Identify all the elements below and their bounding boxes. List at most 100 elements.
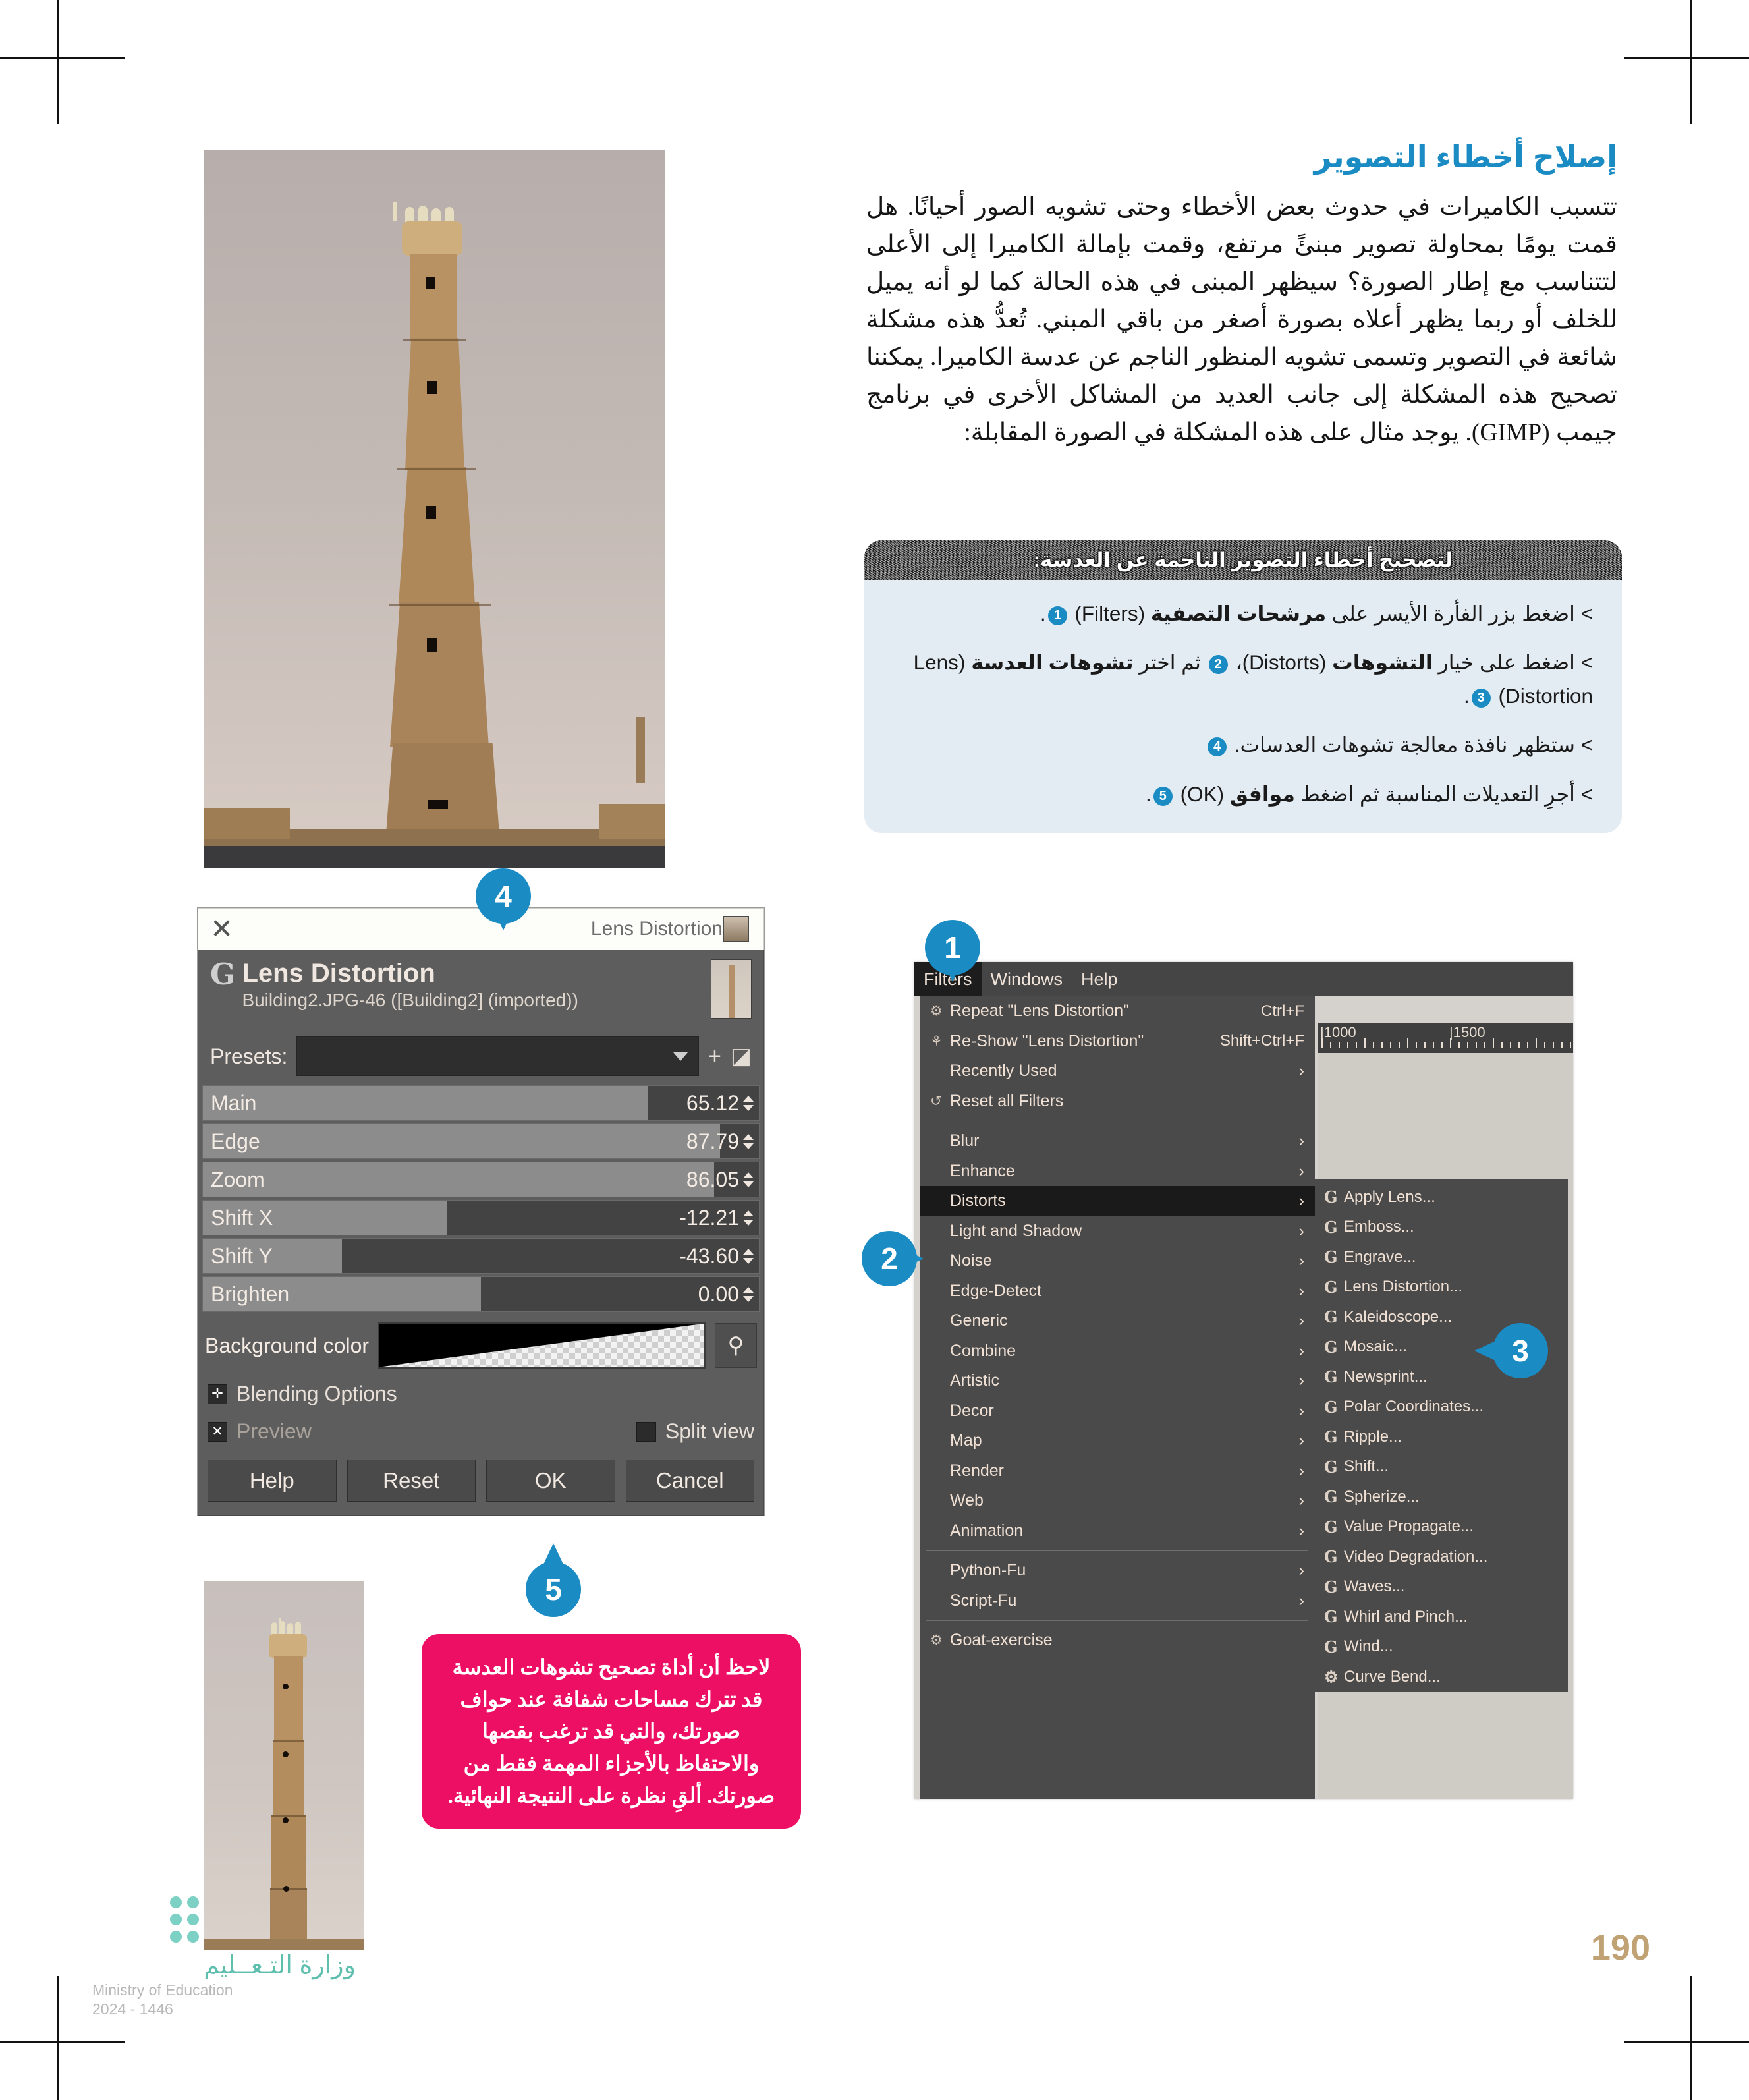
menu-item-enhance[interactable]: Enhance › — [920, 1156, 1315, 1187]
menubar-item-help[interactable]: Help — [1072, 962, 1127, 996]
submenu-item-waves[interactable]: G Waves... — [1315, 1572, 1568, 1603]
slider-value-box[interactable]: 0.00 — [689, 1277, 759, 1311]
submenu-item-lens-distortion[interactable]: G Lens Distortion... — [1315, 1272, 1568, 1303]
menu-item-decor[interactable]: Decor › — [920, 1396, 1315, 1427]
submenu-item-shift[interactable]: G Shift... — [1315, 1452, 1568, 1483]
preview-row: ✕ Preview Split view — [198, 1413, 763, 1450]
menu-item-generic[interactable]: Generic › — [920, 1306, 1315, 1336]
help-button[interactable]: Help — [208, 1460, 337, 1502]
submenu-item-curve-bend[interactable]: ⚙ Curve Bend... — [1315, 1662, 1568, 1692]
menu-item-light-and-shadow[interactable]: Light and Shadow › — [920, 1216, 1315, 1247]
menu-item-combine[interactable]: Combine › — [920, 1336, 1315, 1367]
menu-item-script-fu[interactable]: Script-Fu › — [920, 1586, 1315, 1616]
ruler-tick — [1570, 1042, 1571, 1048]
submenu-item-apply-lens[interactable]: G Apply Lens... — [1315, 1182, 1568, 1212]
add-preset-icon[interactable]: + — [708, 1045, 721, 1067]
crop-mark-bottom-right-vertical — [1690, 1976, 1692, 2100]
slider-value: 0.00 — [698, 1282, 739, 1306]
menu-item-recently-used[interactable]: Recently Used › — [920, 1056, 1315, 1087]
cancel-button[interactable]: Cancel — [625, 1460, 754, 1502]
submenu-item-engrave[interactable]: G Engrave... — [1315, 1242, 1568, 1272]
distorts-submenu-panel[interactable]: G Apply Lens... G Emboss... G Engrave... G Lens… — [1315, 1179, 1568, 1692]
submenu-item-video-degradation[interactable]: G Video Degradation... — [1315, 1542, 1568, 1572]
menu-item-noise[interactable]: Noise › — [920, 1246, 1315, 1276]
menu-separator — [926, 1620, 1308, 1621]
ok-button[interactable]: OK — [486, 1460, 615, 1502]
slider-shift-x[interactable]: Shift X -12.21 — [202, 1200, 760, 1235]
instruction-step-4: > ستظهر نافذة معالجة تشوهات العدسات. 4 — [893, 728, 1593, 761]
reset-button[interactable]: Reset — [347, 1460, 476, 1502]
split-view-checkbox[interactable] — [636, 1421, 656, 1442]
slider-value-box[interactable]: 65.12 — [677, 1086, 759, 1120]
menu-item-repeat-lens-distortion[interactable]: ⚙ Repeat "Lens Distortion" Ctrl+F — [920, 996, 1315, 1027]
gimp-menubar[interactable]: Filters Windows Help — [914, 962, 1573, 996]
dialog-header: G Lens Distortion Building2.JPG-46 ([Bui… — [198, 950, 763, 1027]
ruler-tick — [1356, 1042, 1357, 1048]
spinner-icon[interactable] — [743, 1172, 759, 1187]
crop-mark-bottom-left-vertical — [57, 1976, 59, 2100]
slider-main[interactable]: Main 65.12 — [202, 1085, 760, 1121]
ruler-label: |1000 — [1320, 1024, 1356, 1040]
preset-menu-icon[interactable]: ◪ — [731, 1045, 752, 1067]
gimp-plugin-icon: G — [1324, 1637, 1338, 1657]
chevron-right-icon: › — [1298, 1341, 1304, 1360]
menu-item-edge-detect[interactable]: Edge-Detect › — [920, 1276, 1315, 1307]
spinner-icon[interactable] — [743, 1133, 759, 1149]
slider-value-box[interactable]: -12.21 — [670, 1201, 759, 1235]
menu-item-label: Decor — [950, 1401, 994, 1420]
slider-zoom[interactable]: Zoom 86.05 — [202, 1162, 760, 1197]
menu-item-map[interactable]: Map › — [920, 1426, 1315, 1456]
submenu-item-ripple[interactable]: G Ripple... — [1315, 1422, 1568, 1452]
ruler-tick — [1390, 1042, 1391, 1048]
close-icon[interactable]: ✕ — [210, 915, 233, 943]
menu-item-render[interactable]: Render › — [920, 1456, 1315, 1487]
submenu-item-whirl-and-pinch[interactable]: G Whirl and Pinch... — [1315, 1602, 1568, 1632]
menu-item-distorts[interactable]: Distorts › — [920, 1186, 1315, 1216]
menu-item-web[interactable]: Web › — [920, 1486, 1315, 1516]
menu-item-icon: ↺ — [930, 1093, 942, 1109]
spinner-icon[interactable] — [743, 1095, 759, 1111]
corrected-minaret-photo — [204, 1581, 364, 1950]
menu-item-animation[interactable]: Animation › — [920, 1516, 1315, 1547]
submenu-item-label: Curve Bend... — [1344, 1667, 1441, 1686]
presets-dropdown[interactable] — [296, 1036, 700, 1076]
filters-menu-panel[interactable]: ⚙ Repeat "Lens Distortion" Ctrl+F ⚘ Re-Show … — [920, 996, 1315, 1799]
lens-distortion-dialog[interactable]: Lens Distortion ✕ G Lens Distortion Buil… — [198, 908, 764, 1516]
chevron-right-icon: › — [1298, 1131, 1304, 1150]
slider-value-box[interactable]: 87.79 — [677, 1124, 759, 1158]
slider-edge[interactable]: Edge 87.79 — [202, 1123, 760, 1159]
menu-item-re-show-lens-distortion[interactable]: ⚘ Re-Show "Lens Distortion" Shift+Ctrl+F — [920, 1027, 1315, 1057]
dialog-thumbnail-icon — [723, 916, 749, 942]
slider-brighten[interactable]: Brighten 0.00 — [202, 1276, 760, 1312]
chevron-right-icon: › — [1298, 1191, 1304, 1210]
submenu-item-wind[interactable]: G Wind... — [1315, 1632, 1568, 1662]
submenu-item-emboss[interactable]: G Emboss... — [1315, 1212, 1568, 1243]
gimp-plugin-icon: G — [1324, 1187, 1338, 1207]
submenu-item-label: Ripple... — [1344, 1427, 1402, 1446]
slider-value-box[interactable]: -43.60 — [670, 1239, 759, 1273]
menu-item-goat-exercise[interactable]: ⚙ Goat-exercise — [920, 1626, 1315, 1656]
logo-dot — [187, 1931, 199, 1943]
menu-item-reset-all-filters[interactable]: ↺ Reset all Filters — [920, 1087, 1315, 1117]
background-color-swatch[interactable] — [378, 1322, 706, 1369]
submenu-item-spherize[interactable]: G Spherize... — [1315, 1482, 1568, 1512]
submenu-item-polar-coordinates[interactable]: G Polar Coordinates... — [1315, 1392, 1568, 1423]
slider-value: 86.05 — [686, 1167, 739, 1191]
spinner-icon[interactable] — [743, 1248, 759, 1264]
menu-item-artistic[interactable]: Artistic › — [920, 1366, 1315, 1396]
gimp-filters-menu-screenshot[interactable]: FiltersWindowsHelp |1000|1500|2000 ⚙Repe… — [914, 962, 1573, 1799]
preview-checkbox[interactable]: ✕ — [208, 1421, 227, 1442]
slider-label: Edge — [211, 1129, 260, 1153]
spinner-icon[interactable] — [743, 1286, 759, 1302]
menubar-item-windows[interactable]: Windows — [982, 962, 1072, 996]
blending-options-row[interactable]: ✛ Blending Options — [198, 1375, 763, 1413]
slider-shift-y[interactable]: Shift Y -43.60 — [202, 1238, 760, 1274]
submenu-item-value-propagate[interactable]: G Value Propagate... — [1315, 1512, 1568, 1543]
menu-item-python-fu[interactable]: Python-Fu › — [920, 1556, 1315, 1586]
chevron-right-icon: › — [1298, 1591, 1304, 1610]
chevron-right-icon: › — [1298, 1431, 1304, 1450]
spinner-icon[interactable] — [743, 1210, 759, 1226]
slider-value-box[interactable]: 86.05 — [677, 1162, 759, 1197]
color-picker-icon[interactable]: ⚲ — [715, 1323, 757, 1368]
menu-item-blur[interactable]: Blur › — [920, 1126, 1315, 1156]
